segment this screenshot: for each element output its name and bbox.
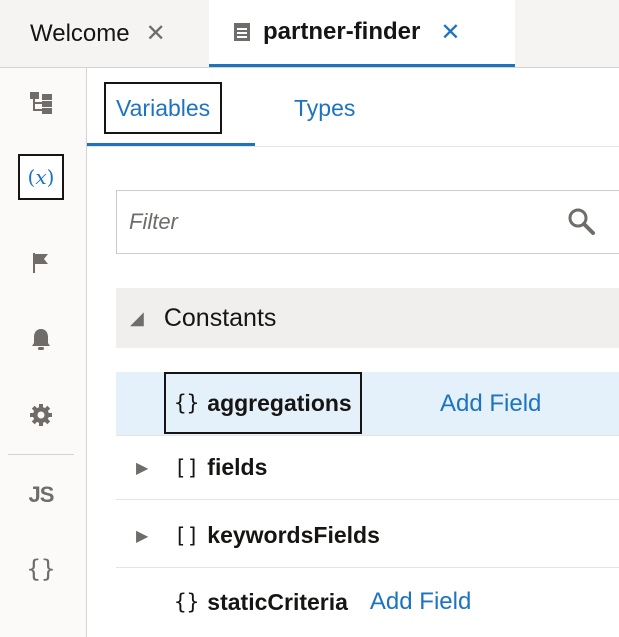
json-button[interactable]: {} xyxy=(18,546,64,592)
variable-name: staticCriteria xyxy=(207,588,348,615)
tab-partner-finder-label: partner-finder xyxy=(263,18,421,45)
tree-row-aggregations[interactable]: {} aggregations Add Field xyxy=(116,372,619,436)
expand-caret-icon[interactable]: ▶ xyxy=(136,526,148,546)
tree-row-fields[interactable]: ▶ [] fields xyxy=(116,436,619,500)
tab-welcome[interactable]: Welcome ✕ xyxy=(30,0,166,67)
array-type-icon: [] xyxy=(174,523,200,548)
tree-row-staticCriteria[interactable]: {} staticCriteria Add Field xyxy=(116,570,619,634)
document-icon xyxy=(234,23,250,41)
tab-types-label: Types xyxy=(294,94,356,121)
tab-types[interactable]: Types xyxy=(294,82,355,134)
tree-row-keywordsFields[interactable]: ▶ [] keywordsFields xyxy=(116,504,619,568)
js-icon: JS xyxy=(28,482,55,507)
tab-partner-finder-close-icon[interactable]: ✕ xyxy=(440,18,460,47)
variable-name: keywordsFields xyxy=(207,522,380,548)
selected-item-box[interactable]: {} aggregations xyxy=(164,372,362,434)
tab-variables[interactable]: Variables xyxy=(104,82,223,134)
collapse-caret-icon[interactable]: ◢ xyxy=(130,308,144,329)
javascript-button[interactable]: JS xyxy=(18,472,64,518)
flag-icon xyxy=(33,253,48,273)
subtab-divider xyxy=(87,146,619,147)
events-button[interactable] xyxy=(18,240,64,286)
expand-caret-icon[interactable]: ▶ xyxy=(136,458,148,478)
rail-divider xyxy=(8,454,74,455)
object-type-icon: {} xyxy=(174,391,200,415)
object-type-icon: {} xyxy=(174,590,200,614)
variable-icon: (x) xyxy=(27,165,55,189)
filter-input[interactable] xyxy=(127,208,531,236)
filter-box xyxy=(116,190,619,254)
variables-button[interactable]: (x) xyxy=(18,154,64,200)
tab-welcome-close-icon[interactable]: ✕ xyxy=(146,19,166,48)
braces-icon: {} xyxy=(26,555,56,583)
notifications-button[interactable] xyxy=(18,316,64,362)
group-label: Constants xyxy=(163,303,277,332)
group-constants[interactable]: ◢ Constants xyxy=(116,288,619,348)
variable-name: aggregations xyxy=(207,389,352,416)
variable-name: fields xyxy=(207,454,268,480)
add-field-link[interactable]: Add Field xyxy=(440,390,541,418)
bell-icon xyxy=(32,329,50,350)
array-type-icon: [] xyxy=(174,455,200,480)
add-field-link[interactable]: Add Field xyxy=(370,588,471,616)
tab-variables-label: Variables xyxy=(116,94,211,121)
editor-tab-strip: Welcome ✕ partner-finder ✕ xyxy=(0,0,619,68)
left-rail: (x) JS {} xyxy=(0,68,87,637)
tab-welcome-label: Welcome xyxy=(30,19,130,47)
structure-icon xyxy=(30,92,52,114)
structure-button[interactable] xyxy=(18,80,64,126)
tab-partner-finder[interactable]: partner-finder ✕ xyxy=(209,0,515,67)
settings-button[interactable] xyxy=(18,392,64,438)
gear-icon xyxy=(30,404,52,426)
search-icon[interactable] xyxy=(565,205,597,237)
